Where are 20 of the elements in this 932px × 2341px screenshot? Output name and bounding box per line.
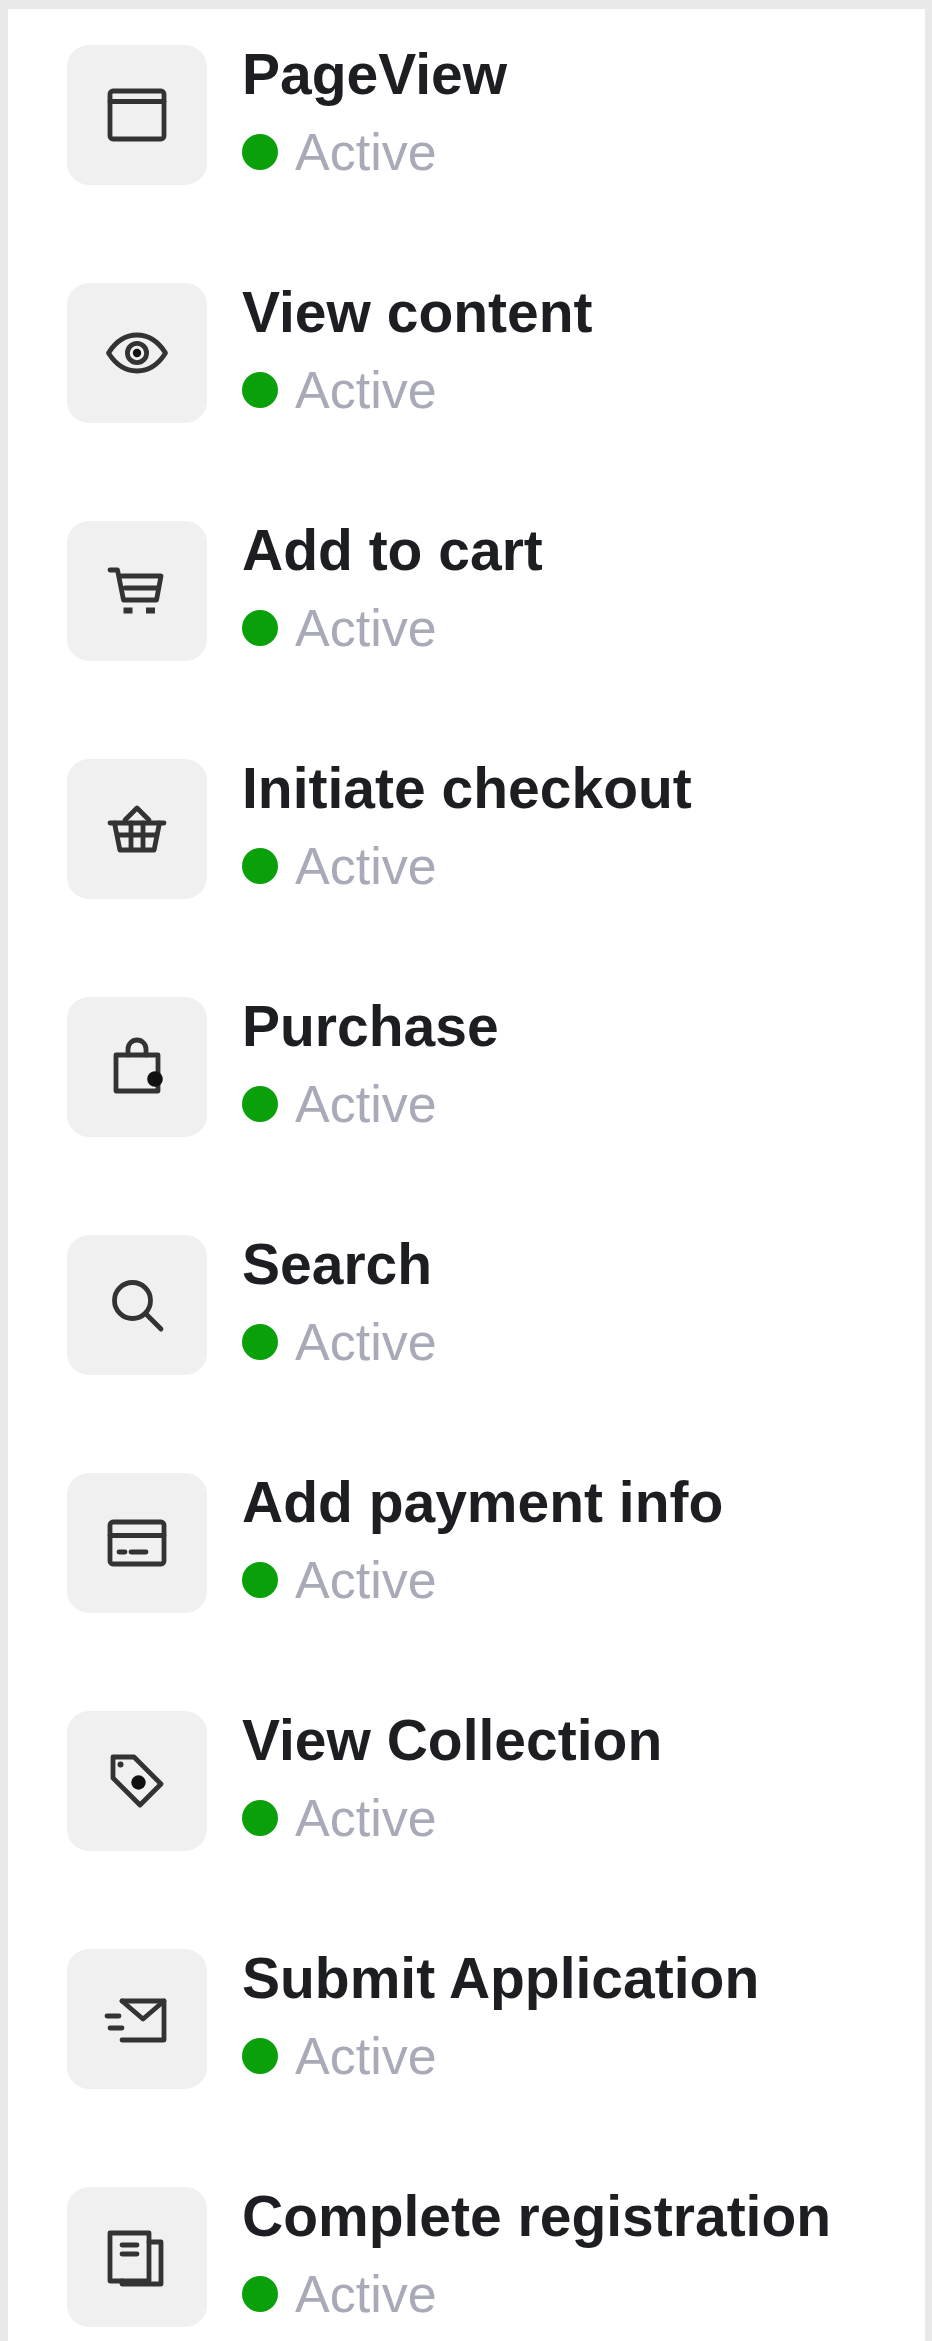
event-name: Add payment info bbox=[242, 1469, 724, 1536]
status-label: Active bbox=[295, 836, 437, 896]
status-label: Active bbox=[295, 1312, 437, 1372]
event-name: Purchase bbox=[242, 993, 499, 1060]
status-label: Active bbox=[295, 2026, 437, 2086]
status-label: Active bbox=[295, 1788, 437, 1848]
event-name: Add to cart bbox=[242, 517, 543, 584]
status-label: Active bbox=[295, 360, 437, 420]
event-name: View Collection bbox=[242, 1707, 663, 1774]
status-label: Active bbox=[295, 1550, 437, 1610]
status-label: Active bbox=[295, 2264, 437, 2324]
status-label: Active bbox=[295, 598, 437, 658]
event-name: Submit Application bbox=[242, 1945, 760, 2012]
status-label: Active bbox=[295, 1074, 437, 1134]
event-name: Search bbox=[242, 1231, 434, 1298]
status-label: Active bbox=[295, 122, 437, 182]
event-name: PageView bbox=[242, 41, 508, 108]
event-name: View content bbox=[242, 279, 593, 346]
event-name: Complete registration bbox=[242, 2183, 832, 2250]
event-name: Initiate checkout bbox=[242, 755, 692, 822]
